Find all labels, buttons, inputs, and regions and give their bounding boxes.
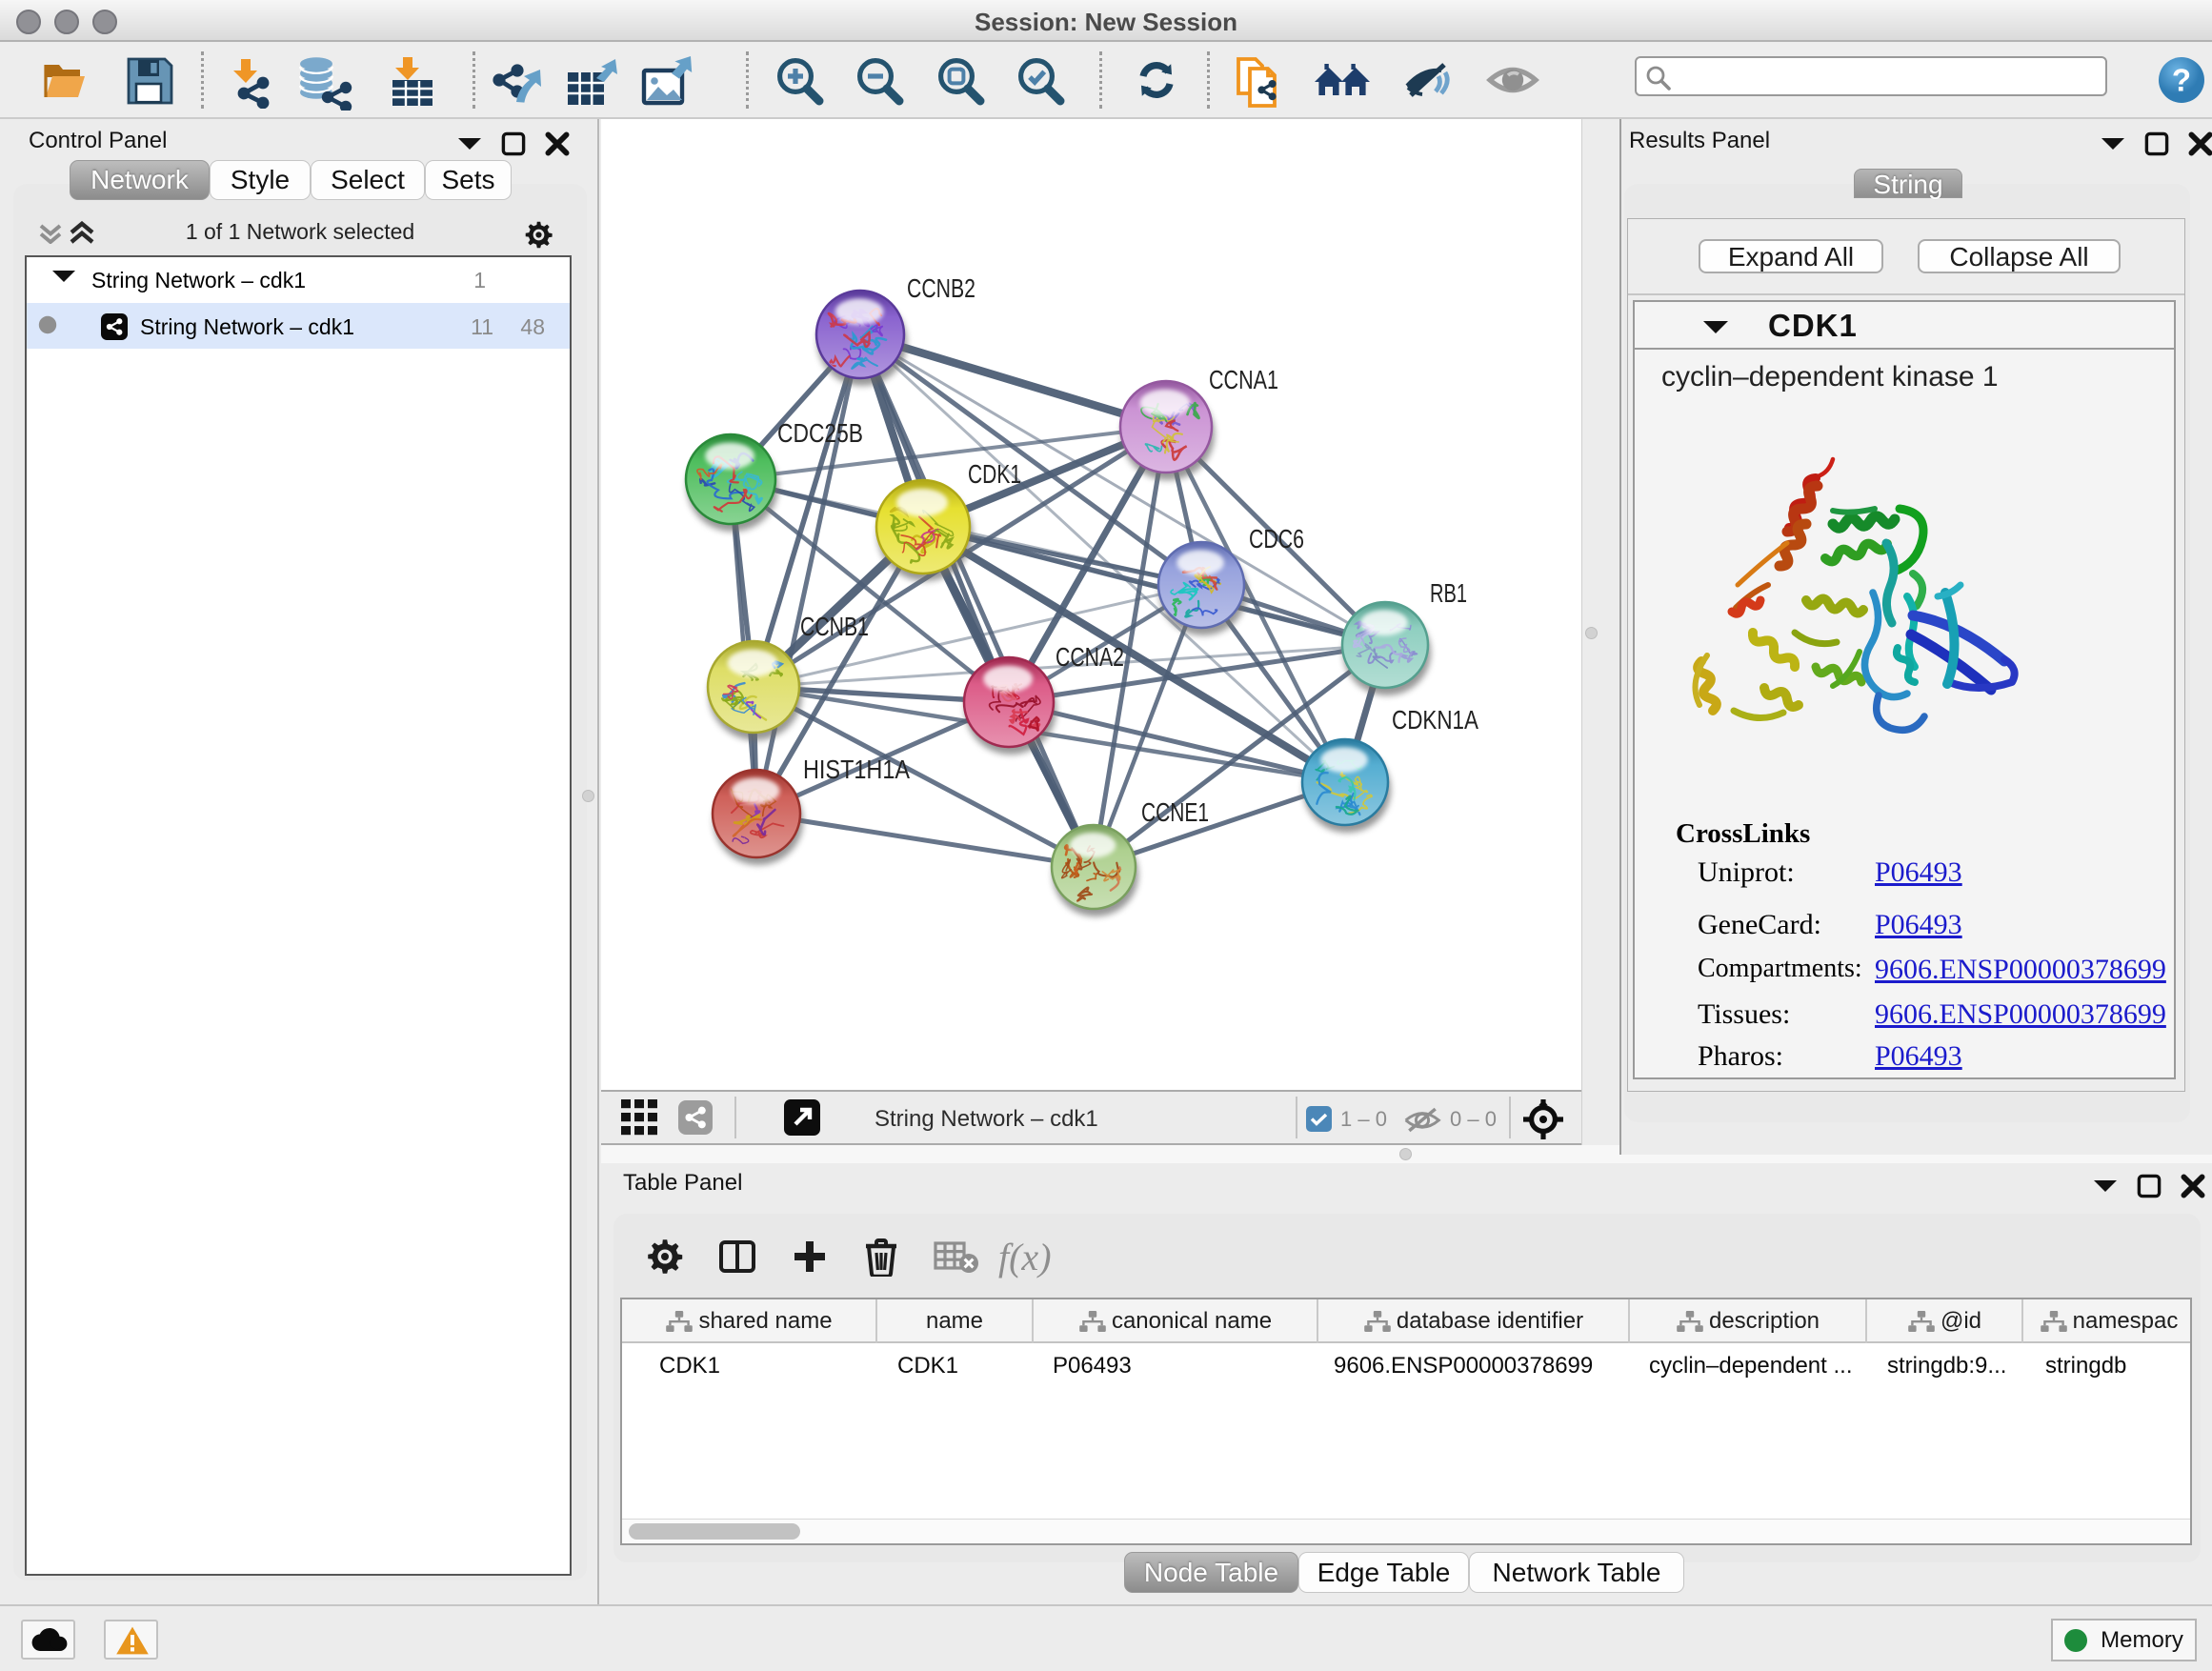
svg-text:CDC25B: CDC25B [777,418,863,448]
svg-text:CCNB1: CCNB1 [800,612,869,641]
svg-text:?: ? [2172,62,2191,97]
svg-text:CDKN1A: CDKN1A [1392,705,1478,735]
svg-text:CCNE1: CCNE1 [1141,797,1209,827]
svg-text:CCNB2: CCNB2 [907,273,975,303]
svg-text:CDC6: CDC6 [1249,524,1304,554]
svg-text:RB1: RB1 [1430,578,1467,608]
svg-text:CCNA2: CCNA2 [1056,642,1124,672]
svg-text:CDK1: CDK1 [968,459,1021,489]
svg-text:HIST1H1A: HIST1H1A [803,755,910,784]
svg-text:CCNA1: CCNA1 [1209,365,1278,394]
